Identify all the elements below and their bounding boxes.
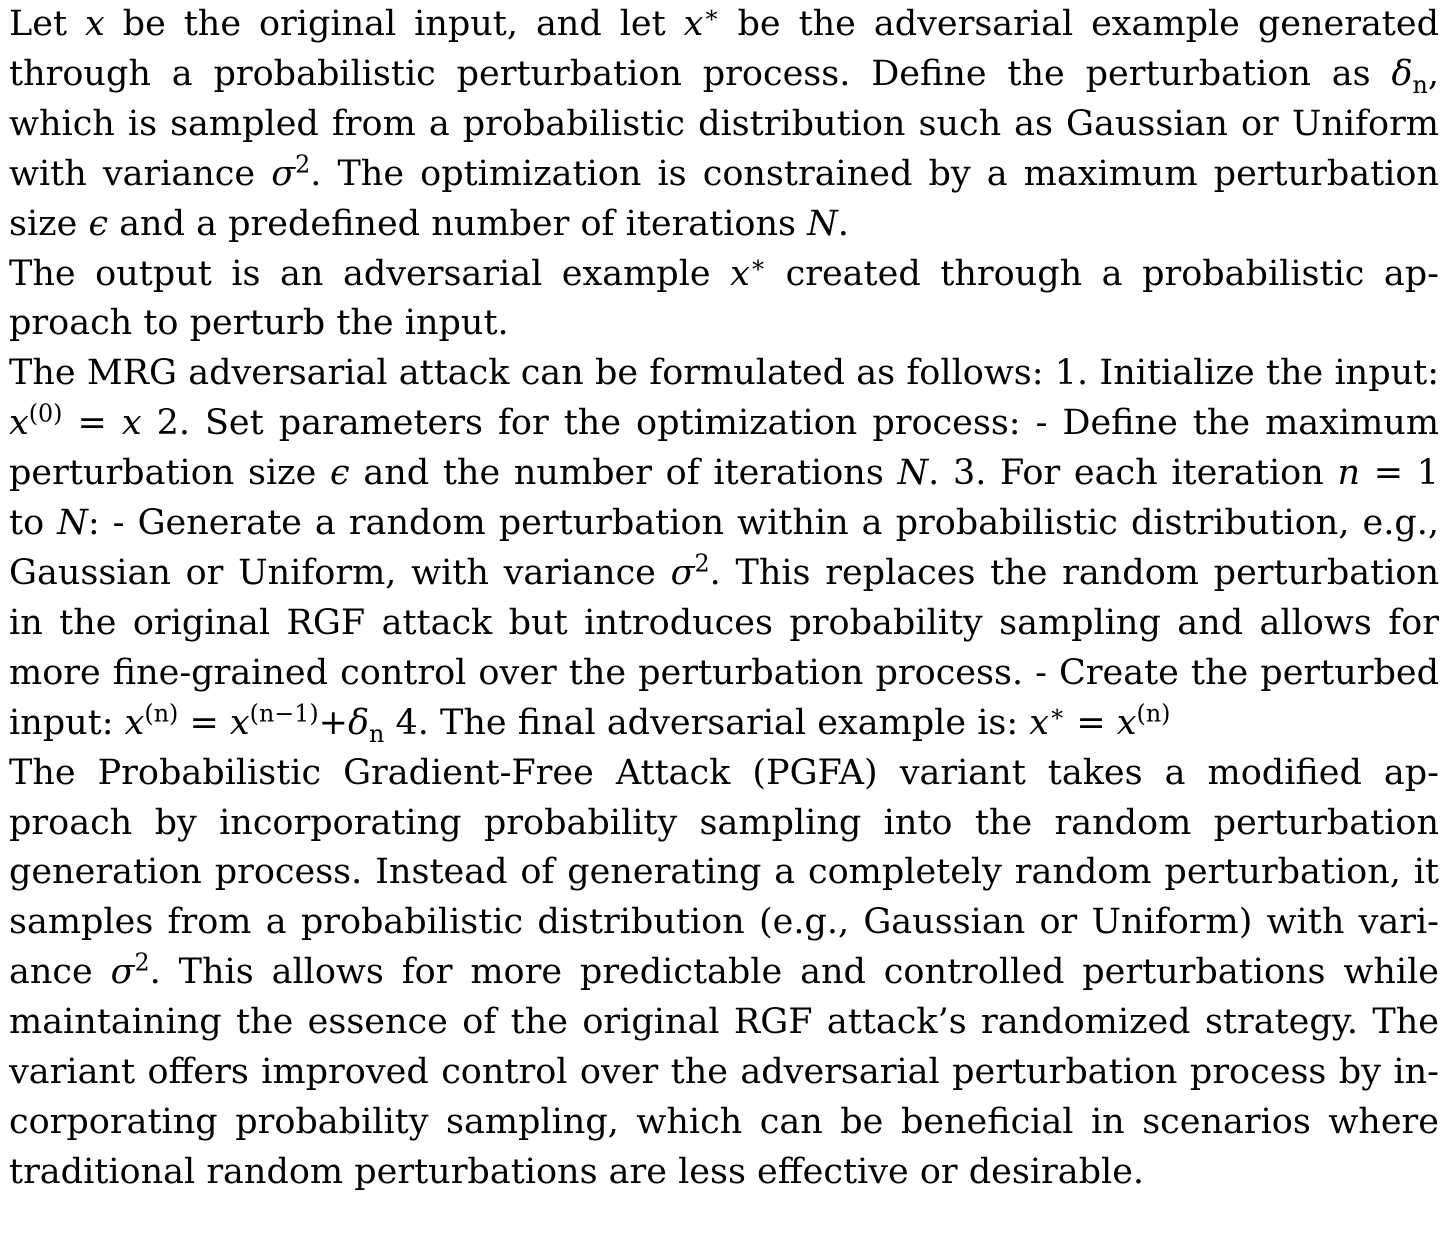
paragraph-mrg-algorithm: The MRG adversarial attack can be formul…	[9, 349, 1439, 748]
math-superscript: 2	[295, 150, 311, 179]
math-symbol: σ	[670, 552, 695, 593]
math-symbol: ϵ	[88, 203, 109, 244]
math-superscript: ∗	[749, 249, 767, 278]
text-run: The MRG adversarial attack can be formul…	[9, 353, 1439, 394]
math-superscript: (0)	[28, 399, 63, 428]
math-symbol: σ	[110, 952, 135, 993]
math-symbol: ϵ	[330, 453, 350, 494]
math-symbol: x	[84, 4, 105, 44]
paragraph-definitions: Let x be the original input, and let x∗ …	[9, 0, 1439, 250]
math-superscript: (n)	[144, 699, 179, 728]
math-superscript: (n)	[1136, 699, 1171, 728]
math-subscript: n	[1412, 70, 1428, 99]
math-superscript: ∗	[703, 0, 720, 29]
math-symbol: x	[1116, 702, 1137, 743]
text-run: =	[178, 702, 230, 743]
paragraph-output: The output is an adversarial example x∗ …	[9, 250, 1439, 350]
math-symbol: x	[229, 702, 250, 743]
text-run: 4. The final adversarial example is:	[384, 702, 1030, 743]
math-symbol: x	[730, 253, 750, 294]
math-superscript: 2	[694, 549, 710, 578]
text-run: . 3. For each iteration	[928, 453, 1338, 494]
math-superscript: 2	[134, 948, 150, 977]
math-symbol: x	[124, 702, 145, 743]
math-symbol: δ	[347, 702, 370, 743]
math-symbol: x	[9, 403, 29, 444]
text-run: The output is an adversarial example	[9, 253, 731, 294]
math-symbol: x	[1029, 702, 1050, 743]
math-symbol: N	[57, 503, 88, 544]
math-superscript: (n−1)	[249, 699, 319, 728]
text-run: Let	[9, 4, 85, 44]
text-run: =	[1065, 702, 1117, 743]
math-symbol: n	[1337, 453, 1361, 494]
math-symbol: x	[683, 4, 704, 44]
text-run: =	[62, 403, 122, 444]
text-run: +	[318, 702, 348, 743]
math-symbol: N	[807, 203, 838, 244]
math-symbol: x	[121, 403, 142, 444]
math-symbol: δ	[1391, 53, 1413, 94]
text-run: be the original input, and let	[104, 4, 684, 44]
text-run: . This allows for more predictable and c…	[9, 952, 1439, 1192]
text-run: and the number of iterations	[349, 453, 898, 494]
math-symbol: N	[897, 453, 929, 494]
text-run: .	[837, 203, 849, 244]
math-superscript: ∗	[1049, 699, 1066, 728]
paragraph-pgfa-variant: The Probabilistic Gradient-Free Attack (…	[9, 749, 1439, 1198]
document-page: Let x be the original input, and let x∗ …	[9, 0, 1439, 1198]
math-subscript: n	[369, 719, 385, 748]
math-symbol: σ	[271, 153, 296, 194]
text-run: and a predefined number of iterations	[108, 203, 808, 244]
